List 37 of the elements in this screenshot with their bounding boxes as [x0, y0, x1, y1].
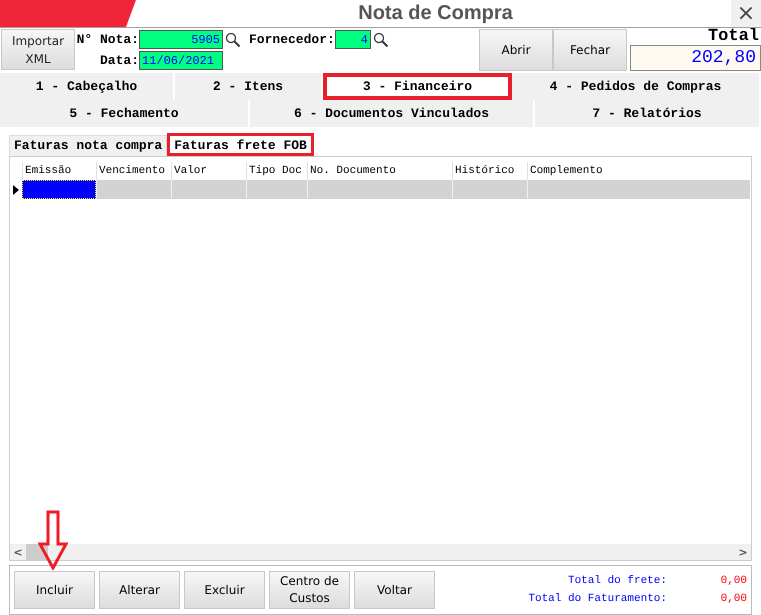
total-label: Total do Faturamento:: [528, 593, 667, 605]
table-cell[interactable]: [307, 180, 452, 199]
row-pointer-icon: [12, 184, 20, 194]
search-icon[interactable]: [225, 32, 241, 48]
total-label: Total: [708, 29, 760, 45]
scroll-right-button[interactable]: >: [735, 546, 751, 558]
data-label: Data:: [98, 53, 139, 68]
fornecedor-field[interactable]: 4: [334, 30, 371, 49]
action-button[interactable]: Excluir: [184, 571, 265, 609]
subtab[interactable]: Faturas nota compra: [9, 135, 168, 156]
nota-label: N° Nota:: [76, 32, 139, 47]
date-field[interactable]: 11/06/2021: [139, 51, 223, 70]
total-value: 0,00: [720, 575, 747, 587]
subtab[interactable]: Faturas frete FOB: [167, 133, 314, 156]
nota-field[interactable]: 5905: [139, 30, 223, 49]
total-value: 202,80: [630, 45, 761, 71]
search-icon[interactable]: [372, 32, 389, 48]
action-button[interactable]: Incluir: [14, 571, 95, 609]
open-button[interactable]: Abrir: [479, 29, 553, 71]
table-cell[interactable]: [527, 180, 750, 199]
table-cell[interactable]: [246, 180, 307, 199]
scroll-left-button[interactable]: <: [10, 546, 26, 558]
tab[interactable]: 3 - Financeiro: [323, 73, 512, 100]
window-title: Nota de Compra: [357, 2, 514, 25]
close-note-button[interactable]: Fechar: [553, 29, 627, 71]
table-cell[interactable]: [22, 180, 96, 199]
action-button[interactable]: Alterar: [99, 571, 180, 609]
total-value: 0,00: [720, 593, 747, 605]
fornecedor-label: Fornecedor:: [249, 32, 335, 47]
action-button[interactable]: Voltar: [354, 571, 435, 609]
close-button[interactable]: ×: [731, 0, 761, 27]
action-button[interactable]: Centro de Custos: [269, 571, 350, 609]
table-cell[interactable]: [452, 180, 527, 199]
total-label: Total do frete:: [568, 575, 667, 587]
import-xml-button[interactable]: Importar XML: [1, 29, 75, 70]
table-cell[interactable]: [96, 180, 171, 199]
table-cell[interactable]: [171, 180, 246, 199]
